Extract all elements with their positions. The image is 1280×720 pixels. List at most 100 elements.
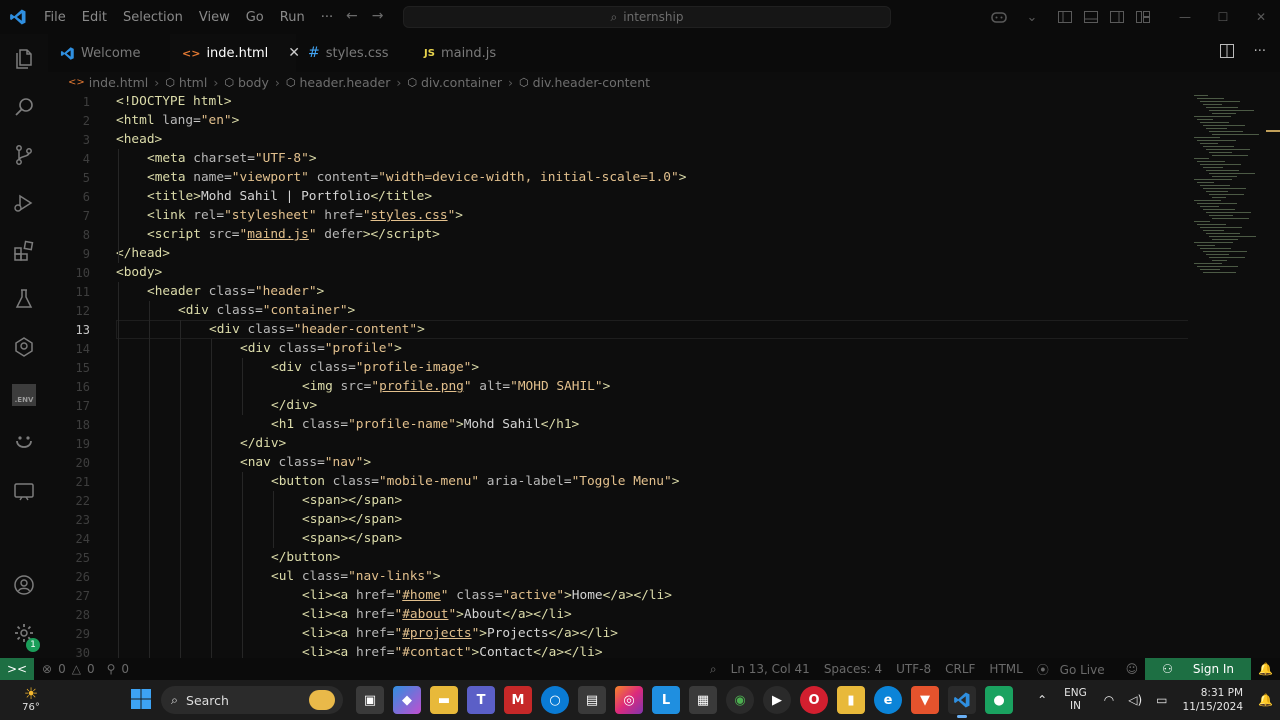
code-line[interactable]: 2 <html lang="en"> [48,111,1188,130]
copilot-status-icon[interactable]: ☺ [1119,662,1146,676]
recorder-icon[interactable]: ● [985,686,1013,714]
teams-icon[interactable]: T [467,686,495,714]
remote-window-icon[interactable] [0,468,48,514]
indentation[interactable]: Spaces: 4 [817,662,889,676]
tab-welcome[interactable]: Welcome [48,34,170,72]
code-line[interactable]: 14 <div class="profile"> [48,339,1188,358]
remote-explorer-icon[interactable] [0,324,48,370]
code-line[interactable]: 13 <div class="header-content"> [48,320,1188,339]
windows-start-icon[interactable] [130,688,152,714]
toggle-panel-icon[interactable] [1078,0,1104,34]
source-control-icon[interactable] [0,132,48,178]
toggle-secondary-sidebar-icon[interactable] [1104,0,1130,34]
code-line[interactable]: 10 <body> [48,263,1188,282]
volume-icon[interactable]: ◁) [1121,693,1149,707]
mcafee-icon[interactable]: M [504,686,532,714]
breadcrumb-item[interactable]: ⬡ html [165,75,207,90]
code-line[interactable]: 9 </head> [48,244,1188,263]
customize-layout-icon[interactable] [1130,0,1156,34]
back-arrow-icon[interactable]: ← [346,8,358,24]
copilot-app-icon[interactable]: ◆ [393,686,421,714]
remote-indicator-icon[interactable]: >< [0,658,34,680]
code-editor[interactable]: 1 <!DOCTYPE html> 2 <html lang="en"> 3 <head>… [48,92,1188,658]
more-actions-icon[interactable]: ··· [1254,44,1266,62]
menu-item[interactable]: Run [272,10,313,25]
brave-icon[interactable]: ▼ [911,686,939,714]
code-line[interactable]: 12 <div class="container"> [48,301,1188,320]
account-icon[interactable] [0,562,48,608]
menu-item[interactable]: Edit [74,10,115,25]
live-share-icon[interactable] [0,420,48,466]
cursor-position[interactable]: Ln 13, Col 41 [724,662,817,676]
tray-chevron-up-icon[interactable]: ⌃ [1030,693,1054,707]
split-editor-icon[interactable] [1219,44,1234,62]
copilot-icon[interactable] [986,0,1012,34]
minimap[interactable] [1190,92,1260,292]
toggle-sidebar-icon[interactable] [1052,0,1078,34]
code-line[interactable]: 27 <li><a href="#home" class="active">Hom… [48,586,1188,605]
code-line[interactable]: 3 <head> [48,130,1188,149]
media-player-icon[interactable]: ▶ [763,686,791,714]
extensions-icon[interactable] [0,228,48,274]
env-icon[interactable]: .ENV [0,372,48,418]
problems-indicator[interactable]: ⊗ 0 △ 0 ⚲ 0 [42,662,129,676]
encoding[interactable]: UTF-8 [889,662,938,676]
code-line[interactable]: 15 <div class="profile-image"> [48,358,1188,377]
settings-gear-icon[interactable]: 1 [0,610,48,656]
breadcrumb-item[interactable]: ⬡ body [224,75,269,90]
run-debug-icon[interactable] [0,180,48,226]
code-line[interactable]: 7 <link rel="stylesheet" href="styles.css… [48,206,1188,225]
minimize-icon[interactable]: — [1166,0,1204,34]
chrome-icon[interactable]: ◉ [726,686,754,714]
scrollbar-indicator[interactable] [1266,130,1280,132]
menu-item[interactable]: Go [238,10,272,25]
calculator-icon[interactable]: ▦ [689,686,717,714]
menu-item[interactable]: File [36,10,74,25]
code-line[interactable]: 26 <ul class="nav-links"> [48,567,1188,586]
chevron-down-icon[interactable]: ⌄ [1012,0,1052,34]
explorer-icon[interactable] [0,36,48,82]
code-line[interactable]: 4 <meta charset="UTF-8"> [48,149,1188,168]
task-view-icon[interactable]: ▣ [356,686,384,714]
command-center-search[interactable]: ⌕ internship [403,6,891,28]
tab-inde-html[interactable]: <> inde.html ✕ [170,34,300,72]
menu-item[interactable]: ··· [313,10,341,25]
code-line[interactable]: 23 <span></span> [48,510,1188,529]
instagram-icon[interactable]: ◎ [615,686,643,714]
code-line[interactable]: 25 </button> [48,548,1188,567]
breadcrumb-item[interactable]: ⬡ div.container [407,75,502,90]
edge-icon[interactable]: e [874,686,902,714]
code-line[interactable]: 28 <li><a href="#about">About</a></li> [48,605,1188,624]
go-live-button[interactable]: ⦿ Go Live [1030,661,1119,678]
tab-maind-js[interactable]: JS maind.js [412,34,522,72]
forward-arrow-icon[interactable]: → [372,8,384,24]
code-line[interactable]: 20 <nav class="nav"> [48,453,1188,472]
close-window-icon[interactable]: ✕ [1242,0,1280,34]
code-line[interactable]: 19 </div> [48,434,1188,453]
microsoft-store-icon[interactable]: ▤ [578,686,606,714]
eol[interactable]: CRLF [938,662,982,676]
code-line[interactable]: 30 <li><a href="#contact">Contact</a></li… [48,643,1188,658]
sign-in-button[interactable]: ⚇ Sign In [1145,658,1252,680]
code-line[interactable]: 6 <title>Mohd Sahil | Portfolio</title> [48,187,1188,206]
notification-icon[interactable]: 🔔 [1251,693,1280,707]
code-line[interactable]: 29 <li><a href="#projects">Projects</a></… [48,624,1188,643]
file-explorer-icon[interactable]: ▬ [430,686,458,714]
code-line[interactable]: 5 <meta name="viewport" content="width=de… [48,168,1188,187]
search-icon[interactable] [0,84,48,130]
code-line[interactable]: 22 <span></span> [48,491,1188,510]
notifications-bell-icon[interactable]: 🔔 [1251,662,1280,676]
taskbar-search[interactable]: ⌕ Search [161,686,343,714]
language-indicator[interactable]: ENG IN [1054,687,1097,713]
cortana-ring-icon[interactable]: ○ [541,686,569,714]
code-line[interactable]: 17 </div> [48,396,1188,415]
tab-styles-css[interactable]: # styles.css [296,34,412,72]
weather-widget[interactable]: ☀ 76° [16,686,46,714]
code-line[interactable]: 18 <h1 class="profile-name">Mohd Sahil</h… [48,415,1188,434]
code-line[interactable]: 24 <span></span> [48,529,1188,548]
code-line[interactable]: 8 <script src="maind.js" defer></script> [48,225,1188,244]
code-line[interactable]: 16 <img src="profile.png" alt="MOHD SAHIL… [48,377,1188,396]
linkedin-style-app-icon[interactable]: L [652,686,680,714]
code-line[interactable]: 1 <!DOCTYPE html> [48,92,1188,111]
testing-flask-icon[interactable] [0,276,48,322]
